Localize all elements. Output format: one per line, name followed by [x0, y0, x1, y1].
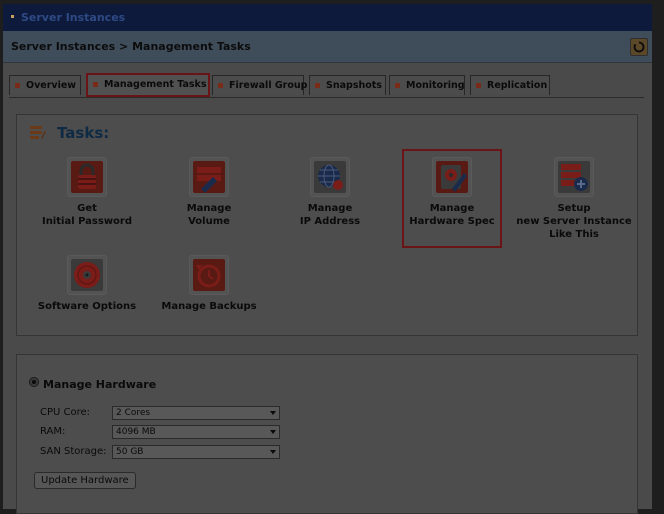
task-label-line1: Manage: [429, 203, 475, 214]
lock-icon: [67, 157, 107, 197]
san-storage-label: SAN Storage:: [40, 446, 107, 457]
ram-label: RAM:: [40, 426, 66, 437]
disc-icon: [67, 255, 107, 295]
cpu-core-select[interactable]: 2 Cores: [112, 406, 280, 420]
collapse-icon[interactable]: [11, 15, 14, 18]
task-manage-backups[interactable]: Manage Backups: [154, 255, 264, 313]
breadcrumb-bar: Server Instances > Management Tasks: [3, 31, 652, 63]
chevron-down-icon: [270, 430, 276, 434]
task-label-line3: Like This: [549, 229, 599, 240]
task-label-line1: Setup: [557, 203, 591, 214]
san-storage-select[interactable]: 50 GB: [112, 445, 280, 459]
tasks-heading: Tasks:: [57, 124, 110, 142]
refresh-icon[interactable]: [630, 38, 648, 56]
tab-label: Replication: [487, 80, 548, 91]
window-title: Server Instances: [21, 11, 126, 24]
task-label-line1: Manage Backups: [161, 301, 257, 312]
tab-bullet-icon: [15, 83, 20, 88]
tab-bullet-icon: [315, 83, 320, 88]
backup-icon: [189, 255, 229, 295]
task-software-options[interactable]: Software Options: [31, 255, 143, 313]
volume-icon: [189, 157, 229, 197]
tab-label: Firewall Group: [229, 80, 308, 91]
tab-firewall-group[interactable]: Firewall Group: [212, 75, 308, 95]
tab-replication[interactable]: Replication: [470, 75, 550, 95]
task-get-initial-password[interactable]: Get Initial Password: [37, 157, 137, 228]
tab-snapshots[interactable]: Snapshots: [309, 75, 386, 95]
tab-label: Snapshots: [326, 80, 382, 91]
app-window: Server Instances Server Instances > Mana…: [3, 4, 652, 514]
tab-label: Monitoring: [406, 80, 465, 91]
chevron-down-icon: [270, 450, 276, 454]
task-label-line2: Volume: [188, 216, 230, 227]
task-label-line1: Manage: [307, 203, 353, 214]
hardware-icon: [432, 157, 472, 197]
san-storage-value: 50 GB: [116, 447, 144, 457]
task-label-line2: Hardware Spec: [409, 216, 495, 227]
tasks-panel: Tasks: Get Initial Password Manage Volum…: [16, 114, 638, 336]
tab-management-tasks[interactable]: Management Tasks: [86, 73, 210, 97]
chevron-down-icon: [270, 411, 276, 415]
tab-monitoring[interactable]: Monitoring: [389, 75, 465, 95]
cpu-core-value: 2 Cores: [116, 408, 151, 418]
tab-label: Overview: [26, 80, 77, 91]
task-manage-hardware-spec[interactable]: Manage Hardware Spec: [403, 157, 501, 228]
manage-hardware-panel: Manage Hardware CPU Core: 2 Cores RAM: 4…: [16, 354, 638, 514]
manage-hardware-title: Manage Hardware: [43, 378, 157, 391]
task-label-line2: new Server Instance: [516, 216, 632, 227]
task-label-line1: Manage: [186, 203, 232, 214]
task-manage-volume[interactable]: Manage Volume: [159, 157, 259, 228]
title-bar: Server Instances: [3, 4, 652, 31]
globe-icon: [310, 157, 350, 197]
update-hardware-button[interactable]: Update Hardware: [34, 472, 136, 489]
ram-value: 4096 MB: [116, 427, 156, 437]
tab-bullet-icon: [218, 83, 223, 88]
task-setup-new-server-instance[interactable]: Setup new Server Instance Like This: [512, 157, 636, 241]
task-label-line2: Initial Password: [41, 216, 133, 227]
tab-label: Management Tasks: [104, 79, 207, 90]
breadcrumb: Server Instances > Management Tasks: [11, 40, 251, 53]
task-manage-ip-address[interactable]: Manage IP Address: [280, 157, 380, 228]
manage-hardware-radio[interactable]: [29, 377, 39, 387]
tab-bullet-icon: [476, 83, 481, 88]
tab-bullet-icon: [93, 82, 98, 87]
task-label-line1: Get: [77, 203, 97, 214]
tab-bullet-icon: [395, 83, 400, 88]
tab-divider: [9, 97, 644, 98]
task-label-line2: IP Address: [299, 216, 361, 227]
cpu-core-label: CPU Core:: [40, 407, 91, 418]
tasks-icon: [30, 126, 46, 139]
ram-select[interactable]: 4096 MB: [112, 425, 280, 439]
tab-overview[interactable]: Overview: [9, 75, 81, 95]
server-add-icon: [554, 157, 594, 197]
task-label-line1: Software Options: [37, 301, 137, 312]
